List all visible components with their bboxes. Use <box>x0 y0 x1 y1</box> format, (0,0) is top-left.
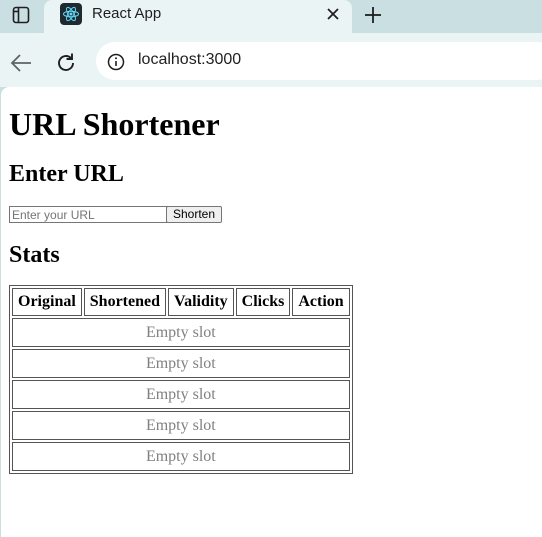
empty-slot: Empty slot <box>12 442 350 471</box>
col-action: Action <box>292 288 350 316</box>
browser-tab[interactable]: React App <box>44 0 352 36</box>
info-icon[interactable] <box>107 53 125 71</box>
stats-heading: Stats <box>9 242 60 268</box>
table-row: Empty slot <box>12 380 350 409</box>
tab-strip: React App <box>0 0 542 36</box>
plus-icon[interactable] <box>362 4 384 26</box>
col-clicks: Clicks <box>235 288 291 316</box>
address-bar[interactable]: localhost:3000 <box>96 42 542 80</box>
col-shortened: Shortened <box>83 288 167 316</box>
address-text: localhost:3000 <box>138 51 242 68</box>
table-row: Empty slot <box>12 442 350 471</box>
tab-list-icon[interactable] <box>11 5 31 25</box>
tab-title: React App <box>92 5 162 22</box>
table-row: Empty slot <box>12 318 350 347</box>
table-header-row: Original Shortened Validity Clicks Actio… <box>12 288 350 316</box>
empty-slot: Empty slot <box>12 380 350 409</box>
col-original: Original <box>12 288 82 316</box>
enter-url-heading: Enter URL <box>9 161 124 187</box>
shorten-button[interactable]: Shorten <box>166 206 223 223</box>
browser-toolbar: localhost:3000 <box>0 33 542 87</box>
empty-slot: Empty slot <box>12 318 350 347</box>
close-icon[interactable] <box>324 5 342 23</box>
empty-slot: Empty slot <box>12 349 350 378</box>
back-arrow-icon[interactable] <box>9 51 33 75</box>
stats-table: Original Shortened Validity Clicks Actio… <box>9 285 353 474</box>
col-validity: Validity <box>168 288 234 316</box>
table-row: Empty slot <box>12 411 350 440</box>
react-logo-icon <box>60 3 82 25</box>
reload-icon[interactable] <box>54 51 78 75</box>
url-input[interactable] <box>9 206 168 223</box>
page-viewport: URL Shortener Enter URL Shorten Stats Or… <box>1 87 542 537</box>
page-title: URL Shortener <box>9 106 220 142</box>
table-row: Empty slot <box>12 349 350 378</box>
empty-slot: Empty slot <box>12 411 350 440</box>
